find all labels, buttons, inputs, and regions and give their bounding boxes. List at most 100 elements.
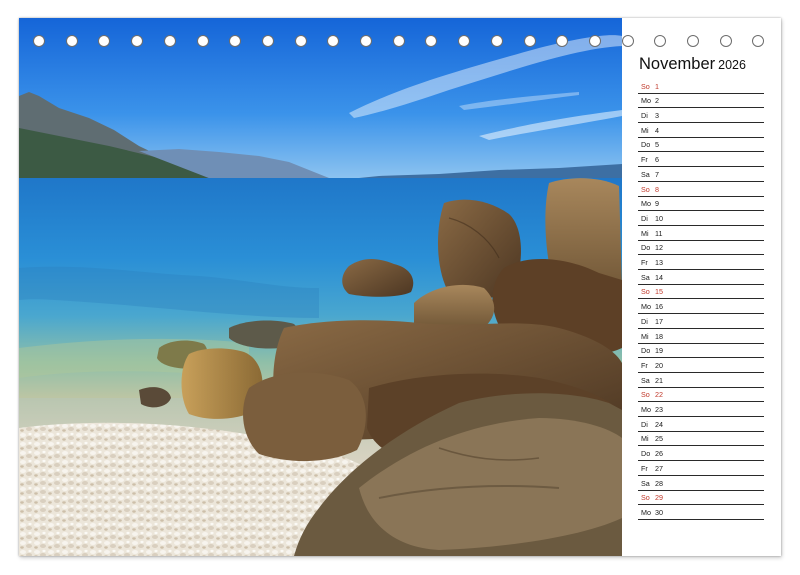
day-number: 22: [655, 390, 663, 400]
binding-ring: [294, 35, 307, 47]
day-row: Mi 18: [638, 328, 764, 344]
day-number: 26: [655, 449, 663, 459]
day-row: Fr 20: [638, 357, 764, 373]
day-row: Mo 9: [638, 196, 764, 212]
day-number: 28: [655, 478, 663, 488]
day-number: 23: [655, 405, 663, 415]
weekday-label: Di: [641, 419, 648, 429]
weekday-label: Fr: [641, 360, 648, 370]
binding-ring: [458, 35, 471, 47]
day-row: Sa 28: [638, 475, 764, 491]
binding-ring: [229, 35, 242, 47]
weekday-label: Do: [641, 449, 651, 459]
weekday-label: So: [641, 390, 650, 400]
weekday-label: Fr: [641, 155, 648, 165]
weekday-label: Do: [641, 140, 651, 150]
day-row: Mi 25: [638, 431, 764, 447]
day-row: Do 26: [638, 446, 764, 462]
binding-ring: [360, 35, 372, 47]
day-row: Sa 21: [638, 372, 764, 388]
weekday-label: Mo: [641, 507, 651, 517]
day-number: 4: [655, 125, 659, 135]
day-row: Sa 14: [638, 269, 764, 285]
binding-ring: [588, 35, 601, 47]
weekday-label: Mo: [641, 199, 651, 209]
binding-ring: [98, 35, 111, 47]
coastal-landscape-photo: [19, 18, 622, 556]
weekday-label: Mo: [641, 405, 651, 415]
binding-ring: [654, 35, 667, 47]
binding-ring: [490, 35, 503, 47]
weekday-label: Mo: [641, 96, 651, 106]
binding-ring: [65, 35, 78, 47]
day-row: Do 19: [638, 343, 764, 359]
weekday-label: Mi: [641, 434, 649, 444]
binding-ring: [327, 35, 340, 47]
day-row: So 15: [638, 284, 764, 300]
weekday-label: So: [641, 493, 650, 503]
binding-ring: [621, 35, 634, 47]
day-row: Mo 23: [638, 401, 764, 418]
day-number: 24: [655, 419, 663, 429]
weekday-label: Di: [641, 111, 648, 121]
day-row: So 1: [638, 78, 764, 94]
day-number: 18: [655, 331, 663, 341]
binding-ring: [33, 35, 45, 47]
day-row: Mo 2: [638, 93, 764, 109]
day-number: 29: [655, 493, 663, 503]
weekday-label: Sa: [641, 375, 650, 385]
weekday-label: Di: [641, 316, 648, 326]
year-label: 2026: [718, 58, 746, 72]
day-number: 11: [655, 228, 663, 238]
binding-ring: [556, 35, 569, 47]
day-row: Di 3: [638, 107, 764, 124]
weekday-label: So: [641, 184, 650, 194]
day-row: So 22: [638, 387, 764, 403]
weekday-label: Do: [641, 243, 651, 253]
binding-ring: [687, 35, 699, 47]
weekday-label: So: [641, 287, 650, 297]
weekday-label: Do: [641, 346, 651, 356]
day-number: 15: [655, 287, 663, 297]
binding-ring: [261, 35, 274, 47]
binding-ring: [425, 35, 438, 47]
binding-ring: [719, 35, 732, 47]
weekday-label: Mi: [641, 228, 649, 238]
day-number: 21: [655, 375, 663, 385]
binding-ring: [131, 35, 144, 47]
month-name: November: [639, 55, 716, 73]
day-number: 3: [655, 111, 659, 121]
day-row: Di 10: [638, 210, 764, 226]
weekday-label: Mi: [641, 331, 649, 341]
day-number: 9: [655, 199, 659, 209]
binding-ring: [163, 35, 176, 47]
day-row: Sa 7: [638, 166, 764, 182]
day-number: 8: [655, 184, 659, 194]
weekday-label: Fr: [641, 463, 648, 473]
day-number: 30: [655, 507, 663, 517]
day-row: Mo 16: [638, 299, 764, 315]
day-row: Do 5: [638, 137, 764, 153]
month-title: November 2026: [639, 55, 746, 74]
day-number: 20: [655, 360, 663, 370]
day-number: 5: [655, 140, 659, 150]
day-number: 25: [655, 434, 663, 444]
day-number: 17: [655, 316, 663, 326]
day-number: 14: [655, 272, 663, 282]
day-row: Fr 13: [638, 254, 764, 271]
day-row: Fr 27: [638, 460, 764, 476]
weekday-label: Mo: [641, 302, 651, 312]
day-number: 16: [655, 302, 663, 312]
day-row: So 29: [638, 490, 764, 506]
day-row: Di 17: [638, 313, 764, 329]
day-number: 7: [655, 169, 659, 179]
binding-ring: [196, 35, 209, 47]
day-number: 12: [655, 243, 663, 253]
binding-ring: [752, 35, 765, 47]
binding-ring: [523, 35, 536, 47]
binding-ring: [392, 35, 405, 47]
day-number: 2: [655, 96, 659, 106]
weekday-label: So: [641, 81, 650, 91]
day-row: Fr 6: [638, 152, 764, 168]
day-number: 13: [655, 258, 663, 268]
